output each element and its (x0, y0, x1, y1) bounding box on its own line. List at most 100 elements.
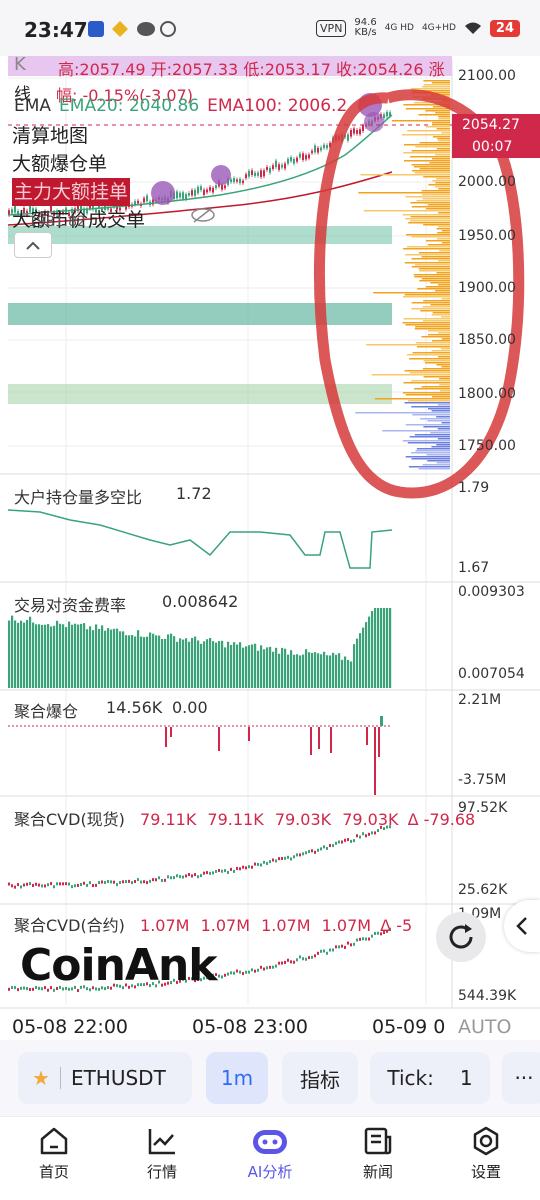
overlay-large-liq[interactable]: 大额爆仓单 (12, 150, 145, 178)
funding-bar (104, 630, 107, 688)
candle (224, 185, 226, 189)
heatmap-bar (414, 388, 450, 390)
tab-settings[interactable]: 设置 (432, 1117, 540, 1200)
eye-off-icon[interactable] (190, 206, 216, 224)
liquidation-bars (165, 716, 383, 795)
cvd-candle (134, 879, 136, 883)
ema-row: EMA EMA20: 2040.86 EMA100: 2006.2 (14, 96, 347, 116)
funding-bar (116, 628, 119, 688)
candle (269, 167, 271, 173)
cvd-candle (317, 848, 319, 852)
heatmap-bar (414, 328, 450, 330)
heatmap-bar (431, 314, 450, 316)
heatmap-bar (411, 236, 450, 238)
home-icon (40, 1127, 68, 1155)
heatmap-bar (439, 378, 450, 380)
funding-bar (332, 652, 335, 688)
overlay-liq-map[interactable]: 清算地图 (12, 122, 145, 150)
funding-bar (14, 620, 17, 688)
cvd-candle (116, 883, 118, 887)
funding-bar (383, 608, 386, 688)
funding-bar (272, 651, 275, 688)
funding-bar (146, 636, 149, 688)
cvd-candle (260, 965, 262, 969)
overlay-large-orders[interactable]: 主力大额挂单 (12, 178, 131, 206)
candle (230, 179, 232, 183)
liq-bottom: -3.75M (458, 772, 507, 788)
candle (284, 163, 286, 169)
heatmap-bar (423, 80, 450, 82)
heatmap-bar (438, 118, 450, 120)
heatmap-bar (402, 392, 450, 394)
heatmap-bar (426, 454, 450, 456)
cvd-candle (101, 880, 103, 884)
funding-bar (314, 652, 317, 688)
more-button[interactable]: ··· (502, 1052, 540, 1104)
funding-bar (185, 638, 188, 688)
funding-bar (320, 654, 323, 688)
cvd-candle (347, 838, 349, 842)
tab-market[interactable]: 行情 (108, 1117, 216, 1200)
heatmap-bar (432, 122, 450, 124)
tick-selector[interactable]: Tick: 1 (370, 1052, 490, 1104)
cvd-candle (308, 956, 310, 960)
symbol-label: ETHUSDT (70, 1066, 166, 1090)
funding-bar (74, 623, 77, 688)
tab-label: 行情 (146, 1163, 177, 1181)
symbol-selector[interactable]: ★ ETHUSDT (18, 1052, 192, 1104)
status-notification-icons (88, 20, 178, 42)
funding-bar (200, 643, 203, 688)
cvd-candle (122, 880, 124, 884)
cvd-candle (344, 838, 346, 842)
cvd-candle (335, 945, 337, 949)
cvd-candle (338, 945, 340, 949)
signal-1: 4G HD (384, 23, 414, 33)
cvd-candle (203, 871, 205, 875)
interval-button[interactable]: 1m (206, 1052, 268, 1104)
funding-bar (227, 641, 230, 688)
candle (317, 147, 319, 153)
cvd-candle (368, 937, 370, 941)
cvd-candle (302, 957, 304, 961)
cvd-candle (95, 883, 97, 887)
heatmap-bar (429, 162, 450, 164)
cvd-candle (176, 874, 178, 878)
cvd-candle (188, 873, 190, 877)
heatmap-bar (435, 182, 450, 184)
gear-icon (473, 1126, 499, 1156)
cvd-candle (74, 884, 76, 888)
funding-bar (374, 608, 377, 688)
cvd-candle (149, 879, 151, 883)
heatmap-bar (415, 146, 450, 148)
cvd-candle (263, 860, 265, 864)
cvd-candle (365, 834, 367, 838)
heatmap-bar (441, 422, 450, 424)
chart-area[interactable]: K 高:2057.49 开:2057.33 低:2053.17 收:2054.2… (0, 54, 540, 1038)
heatmap-bar (405, 196, 450, 198)
tab-label: 首页 (38, 1163, 69, 1181)
refresh-button[interactable] (436, 912, 486, 962)
funding-bar (290, 650, 293, 688)
heatmap-bar (423, 376, 450, 378)
heatmap-bar (421, 278, 450, 280)
collapse-button[interactable] (14, 232, 52, 258)
funding-bar (269, 646, 272, 688)
tab-home[interactable]: 首页 (0, 1117, 108, 1200)
funding-bar (182, 639, 185, 688)
cvd-candle (356, 938, 358, 942)
tab-news[interactable]: 新闻 (324, 1117, 432, 1200)
heatmap-bar (402, 322, 450, 324)
auto-scale-button[interactable]: AUTO (458, 1016, 511, 1038)
cvd-candle (152, 878, 154, 882)
funding-bar (188, 641, 191, 688)
heatmap-bar (414, 276, 450, 278)
indicator-button[interactable]: 指标 (282, 1052, 358, 1104)
tab-ai[interactable]: AI分析 (216, 1117, 324, 1200)
funding-bar (293, 654, 296, 688)
candle (245, 174, 247, 179)
cvd-candle (20, 885, 22, 889)
cvd-candle (329, 844, 331, 848)
star-icon[interactable]: ★ (32, 1066, 50, 1090)
price-tick: 2000.00 (458, 174, 516, 190)
heatmap-bar (438, 260, 450, 262)
